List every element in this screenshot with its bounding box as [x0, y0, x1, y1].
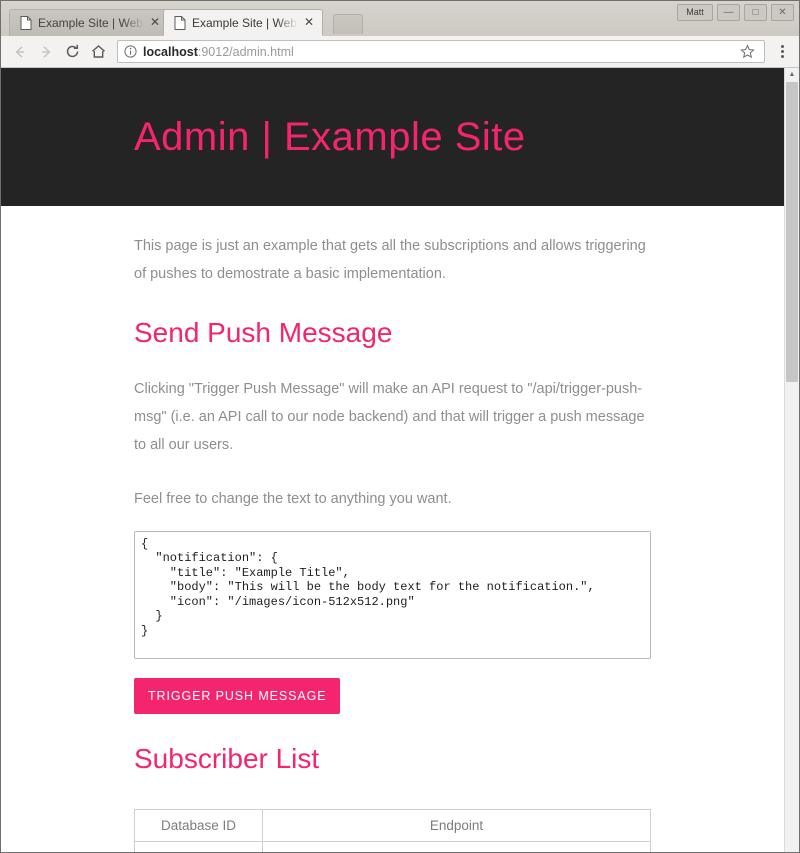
page-info-icon[interactable] [124, 45, 137, 58]
content-container: This page is just an example that gets a… [1, 206, 784, 852]
back-arrow-icon [15, 45, 24, 58]
maximize-button[interactable]: □ [744, 4, 767, 21]
page-title: Admin | Example Site [134, 115, 526, 159]
subscriber-list-heading: Subscriber List [134, 742, 320, 774]
send-push-paragraph-1: Clicking "Trigger Push Message" will mak… [134, 380, 645, 453]
reload-button[interactable] [59, 39, 85, 65]
url-path: :9012/admin.html [197, 44, 294, 59]
back-button[interactable] [7, 39, 33, 65]
menu-dot-icon [780, 45, 784, 48]
home-icon [91, 45, 105, 58]
send-push-heading: Send Push Message [134, 317, 393, 348]
trigger-push-message-button[interactable]: Trigger Push Message [134, 677, 341, 714]
table-header-row: Database ID Endpoint [134, 808, 651, 842]
window-controls: Matt — □ ✕ [677, 4, 794, 21]
browser-tab-1-title: Example Site | Web P [38, 16, 144, 30]
column-header-endpoint: Endpoint [262, 808, 651, 842]
bookmark-star-icon[interactable] [736, 44, 758, 59]
scrollbar-thumb[interactable] [786, 82, 798, 382]
column-header-database-id: Database ID [134, 808, 263, 842]
menu-dot-icon [780, 50, 784, 53]
page-content: Admin | Example Site This page is just a… [1, 68, 784, 852]
subscriber-table: Database ID Endpoint lege3Q7Dxz3aVShL ht… [134, 808, 651, 852]
forward-arrow-icon [42, 45, 51, 58]
page-favicon-icon [20, 16, 32, 30]
page-viewport: Admin | Example Site This page is just a… [1, 68, 799, 852]
page-scrollbar[interactable]: ▲ [784, 68, 799, 852]
page-favicon-icon [174, 15, 186, 30]
url-host: localhost [143, 44, 198, 59]
table-row: lege3Q7Dxz3aVShL https://fcm.googleapis.… [134, 840, 651, 852]
close-button[interactable]: ✕ [771, 4, 794, 21]
maximize-icon: □ [752, 7, 759, 18]
home-button[interactable] [85, 39, 111, 65]
send-push-paragraph-2: Feel free to change the text to anything… [134, 490, 452, 507]
cell-database-id: lege3Q7Dxz3aVShL [134, 840, 263, 852]
browser-menu-button[interactable] [771, 39, 793, 65]
browser-tab-1[interactable]: Example Site | Web P ✕ [9, 9, 169, 36]
profile-button[interactable]: Matt [677, 4, 713, 21]
minimize-icon: — [723, 7, 734, 18]
close-icon: ✕ [778, 7, 787, 18]
tab-strip: Example Site | Web P ✕ Example Site | We… [1, 1, 799, 36]
browser-tab-2[interactable]: Example Site | Web P ✕ [163, 9, 323, 36]
cell-endpoint: https://fcm.googleapis.com/fcm/send/dfLt… [262, 840, 651, 852]
browser-tab-2-close-icon[interactable]: ✕ [302, 15, 316, 30]
address-bar-url: localhost:9012/admin.html [143, 45, 736, 59]
site-header: Admin | Example Site [1, 68, 784, 206]
minimize-button[interactable]: — [717, 4, 740, 21]
browser-toolbar: localhost:9012/admin.html [1, 36, 799, 68]
intro-paragraph: This page is just an example that gets a… [134, 238, 646, 282]
menu-dot-icon [780, 55, 784, 58]
browser-window: Example Site | Web P ✕ Example Site | We… [0, 0, 800, 853]
reload-icon [66, 44, 78, 58]
browser-tab-2-title: Example Site | Web P [192, 15, 298, 30]
push-payload-textarea[interactable] [134, 530, 651, 659]
forward-button[interactable] [33, 39, 59, 65]
browser-tab-1-close-icon[interactable]: ✕ [148, 16, 162, 30]
new-tab-button[interactable] [333, 14, 363, 34]
scrollbar-up-arrow-icon[interactable]: ▲ [785, 68, 799, 81]
address-bar[interactable]: localhost:9012/admin.html [117, 40, 765, 63]
